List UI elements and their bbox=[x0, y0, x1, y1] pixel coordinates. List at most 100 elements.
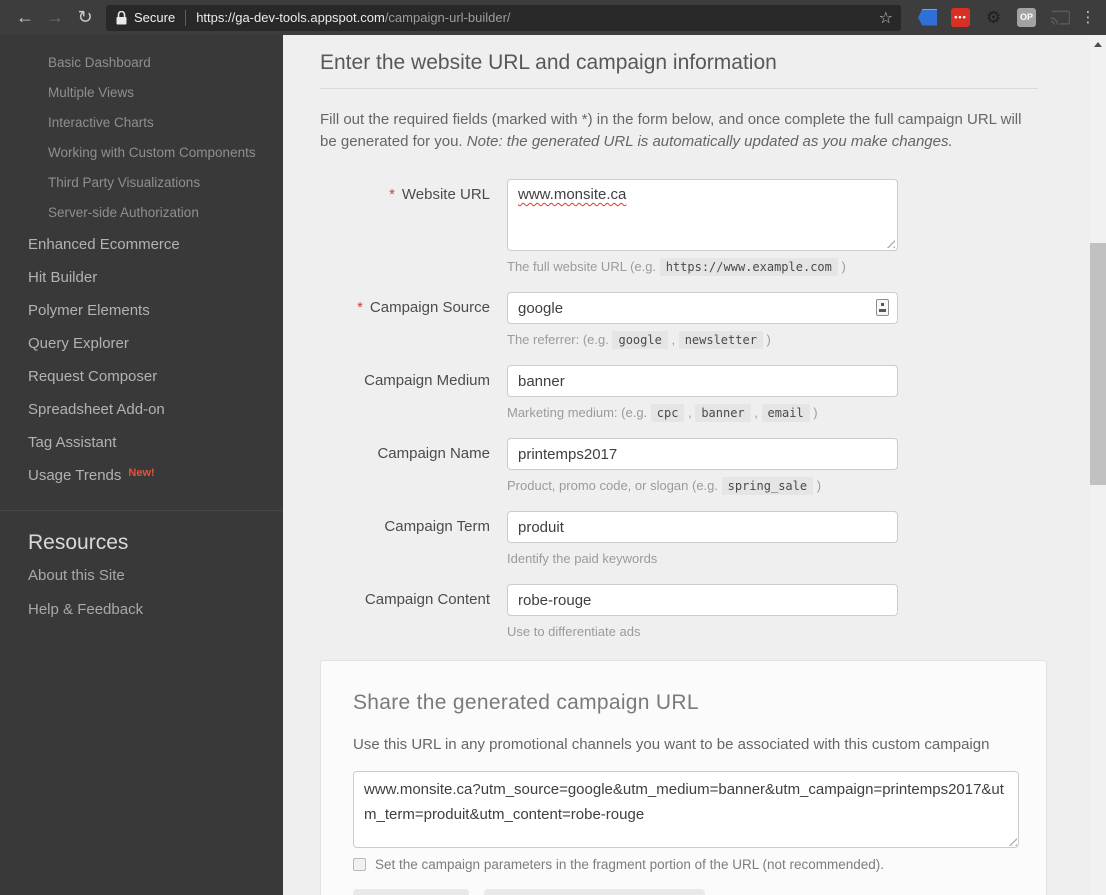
campaign-name-input[interactable] bbox=[507, 438, 898, 470]
campaign-term-label-text: Campaign Term bbox=[384, 518, 490, 535]
scrollbar-thumb[interactable] bbox=[1090, 243, 1106, 485]
campaign-form: * Website URL www.monsite.ca The full websi… bbox=[320, 179, 1090, 640]
campaign-content-label-text: Campaign Content bbox=[365, 591, 490, 608]
sidebar-item-polymer-elements[interactable]: Polymer Elements bbox=[0, 294, 283, 327]
sidebar-item-label: Tag Assistant bbox=[28, 434, 116, 451]
sidebar-item-label: Basic Dashboard bbox=[48, 55, 151, 70]
campaign-source-help: The referrer: (e.g. google , newsletter … bbox=[507, 332, 898, 348]
website-url-help: The full website URL (e.g. https://www.e… bbox=[507, 259, 898, 275]
omnibox-divider bbox=[185, 10, 186, 26]
share-card-title: Share the generated campaign URL bbox=[353, 691, 1014, 715]
page-title: Enter the website URL and campaign infor… bbox=[320, 51, 1090, 75]
browser-toolbar: ← → ↻ Secure https://ga-dev-tools.appspo… bbox=[0, 0, 1106, 35]
sidebar-item-spreadsheet-add-on[interactable]: Spreadsheet Add-on bbox=[0, 393, 283, 426]
extension-lastpass-icon[interactable]: ••• bbox=[951, 8, 970, 27]
campaign-source-label-text: Campaign Source bbox=[370, 299, 490, 316]
campaign-medium-input[interactable] bbox=[507, 365, 898, 397]
campaign-source-label: * Campaign Source bbox=[320, 292, 490, 348]
sidebar-item-basic-dashboard[interactable]: Basic Dashboard bbox=[0, 48, 283, 78]
sidebar-item-enhanced-ecommerce[interactable]: Enhanced Ecommerce bbox=[0, 228, 283, 261]
campaign-content-label: Campaign Content bbox=[320, 584, 490, 640]
code-chip: https://www.example.com bbox=[660, 258, 838, 276]
extension-op-icon[interactable]: OP bbox=[1017, 8, 1036, 27]
sidebar-nav: Basic Dashboard Multiple Views Interactive… bbox=[0, 48, 283, 492]
campaign-content-input[interactable] bbox=[507, 584, 898, 616]
form-row-campaign-name: Campaign Name Product, promo code, or slo… bbox=[320, 438, 1090, 494]
campaign-medium-help: Marketing medium: (e.g. cpc , banner , e… bbox=[507, 405, 898, 421]
share-card: Share the generated campaign URL Use thi… bbox=[320, 660, 1047, 895]
generated-url-textarea[interactable]: www.monsite.ca?utm_source=google&utm_med… bbox=[353, 771, 1019, 848]
sidebar-item-label: Hit Builder bbox=[28, 269, 97, 286]
intro-text: Fill out the required fields (marked wit… bbox=[320, 109, 1042, 153]
forward-icon[interactable]: → bbox=[40, 0, 70, 35]
browser-menu-icon[interactable]: ⋮ bbox=[1076, 0, 1100, 35]
sidebar-item-label: Third Party Visualizations bbox=[48, 175, 200, 190]
sidebar-item-label: Interactive Charts bbox=[48, 115, 154, 130]
fragment-checkbox-label: Set the campaign parameters in the fragm… bbox=[375, 857, 884, 872]
sidebar-item-working-with-custom-components[interactable]: Working with Custom Components bbox=[0, 138, 283, 168]
sidebar-item-usage-trends[interactable]: Usage Trends New! bbox=[0, 459, 283, 492]
code-chip: google bbox=[612, 331, 667, 349]
sidebar-item-interactive-charts[interactable]: Interactive Charts bbox=[0, 108, 283, 138]
sidebar-item-label: Request Composer bbox=[28, 368, 157, 385]
sidebar-item-label: Server-side Authorization bbox=[48, 205, 199, 220]
campaign-source-input[interactable] bbox=[507, 292, 898, 324]
form-row-campaign-content: Campaign Content Use to differentiate ads bbox=[320, 584, 1090, 640]
sidebar-item-multiple-views[interactable]: Multiple Views bbox=[0, 78, 283, 108]
campaign-content-help: Use to differentiate ads bbox=[507, 624, 898, 640]
required-asterisk: * bbox=[389, 186, 395, 203]
bookmark-star-icon[interactable]: ☆ bbox=[871, 8, 893, 28]
code-chip: cpc bbox=[651, 404, 685, 422]
sidebar-item-label: Polymer Elements bbox=[28, 302, 150, 319]
campaign-medium-label: Campaign Medium bbox=[320, 365, 490, 421]
code-chip: email bbox=[762, 404, 810, 422]
campaign-name-help: Product, promo code, or slogan (e.g. spr… bbox=[507, 478, 898, 494]
sidebar-item-hit-builder[interactable]: Hit Builder bbox=[0, 261, 283, 294]
resources-heading: Resources bbox=[0, 511, 283, 559]
sidebar-item-request-composer[interactable]: Request Composer bbox=[0, 360, 283, 393]
main-content: Enter the website URL and campaign infor… bbox=[283, 35, 1090, 895]
scroll-up-arrow-icon[interactable] bbox=[1094, 42, 1102, 47]
refresh-icon[interactable]: ↻ bbox=[70, 0, 100, 35]
secure-label: Secure bbox=[134, 10, 175, 25]
website-url-textarea[interactable]: www.monsite.ca bbox=[507, 179, 898, 251]
copy-url-button[interactable] bbox=[353, 889, 469, 895]
extension-tab-icon[interactable] bbox=[918, 8, 937, 27]
url-host: https://ga-dev-tools.appspot.com bbox=[196, 10, 385, 25]
campaign-medium-label-text: Campaign Medium bbox=[364, 372, 490, 389]
sidebar: Basic Dashboard Multiple Views Interactive… bbox=[0, 35, 283, 895]
campaign-term-label: Campaign Term bbox=[320, 511, 490, 567]
cast-icon[interactable] bbox=[1050, 8, 1069, 27]
form-row-campaign-source: * Campaign Source The referrer: (e.g. goog… bbox=[320, 292, 1090, 348]
website-url-label: * Website URL bbox=[320, 179, 490, 275]
sidebar-item-label: Enhanced Ecommerce bbox=[28, 236, 180, 253]
sidebar-item-help-feedback[interactable]: Help & Feedback bbox=[0, 593, 283, 627]
sidebar-item-query-explorer[interactable]: Query Explorer bbox=[0, 327, 283, 360]
campaign-term-input[interactable] bbox=[507, 511, 898, 543]
form-row-campaign-medium: Campaign Medium Marketing medium: (e.g. c… bbox=[320, 365, 1090, 421]
code-chip: banner bbox=[695, 404, 750, 422]
sidebar-item-label: Usage Trends bbox=[28, 467, 121, 484]
fragment-checkbox[interactable] bbox=[353, 858, 366, 871]
campaign-name-label-text: Campaign Name bbox=[377, 445, 490, 462]
code-chip: spring_sale bbox=[722, 477, 813, 495]
sidebar-item-third-party-visualizations[interactable]: Third Party Visualizations bbox=[0, 168, 283, 198]
required-asterisk: * bbox=[357, 299, 363, 316]
sidebar-item-label: Working with Custom Components bbox=[48, 145, 256, 160]
resize-handle[interactable] bbox=[885, 238, 895, 248]
sidebar-item-label: Spreadsheet Add-on bbox=[28, 401, 165, 418]
website-url-label-text: Website URL bbox=[402, 186, 490, 203]
sidebar-item-server-side-authorization[interactable]: Server-side Authorization bbox=[0, 198, 283, 228]
back-icon[interactable]: ← bbox=[10, 0, 40, 35]
sidebar-item-label: Query Explorer bbox=[28, 335, 129, 352]
campaign-name-label: Campaign Name bbox=[320, 438, 490, 494]
resources-list: About this SiteHelp & Feedback bbox=[0, 559, 283, 627]
shorten-url-button[interactable] bbox=[484, 889, 705, 895]
new-badge: New! bbox=[128, 467, 154, 479]
sidebar-item-tag-assistant[interactable]: Tag Assistant bbox=[0, 426, 283, 459]
scrollbar-track[interactable] bbox=[1090, 35, 1106, 895]
lock-icon[interactable] bbox=[116, 11, 127, 25]
extension-gear-icon[interactable]: ⚙ bbox=[984, 8, 1003, 27]
address-bar[interactable]: Secure https://ga-dev-tools.appspot.com/… bbox=[106, 5, 901, 31]
sidebar-item-about-this-site[interactable]: About this Site bbox=[0, 559, 283, 593]
